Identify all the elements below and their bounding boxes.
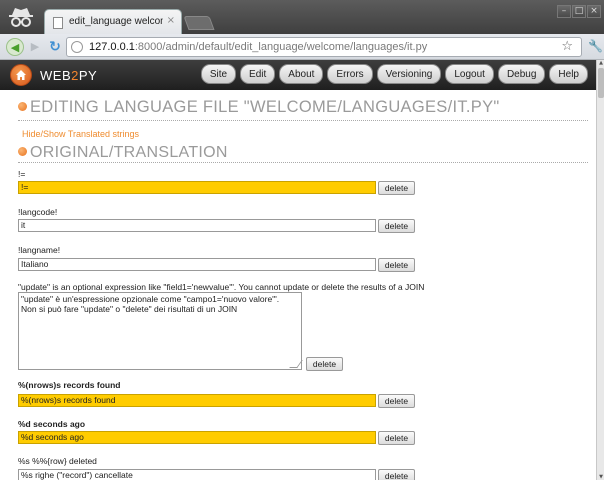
- nav-site-button[interactable]: Site: [200, 64, 237, 84]
- nav-errors-button[interactable]: Errors: [327, 64, 373, 84]
- back-arrow-icon[interactable]: ◀: [6, 38, 24, 56]
- scrollbar-thumb[interactable]: [598, 68, 604, 98]
- home-icon: [16, 70, 26, 80]
- forward-arrow-icon[interactable]: ▶: [26, 38, 44, 56]
- url-text: 127.0.0.1:8000/admin/default/edit_langua…: [89, 41, 428, 53]
- delete-button[interactable]: delete: [378, 431, 415, 445]
- entry-key: %s %%{row} deleted: [18, 456, 97, 466]
- translation-input[interactable]: %s righe ("record") cancellate: [18, 469, 376, 480]
- address-bar[interactable]: 127.0.0.1:8000/admin/default/edit_langua…: [66, 37, 582, 57]
- nav-debug-button[interactable]: Debug: [497, 64, 546, 84]
- nav-about-button[interactable]: About: [279, 64, 324, 84]
- browser-tab[interactable]: edit_language welcome/lan ×: [44, 9, 182, 34]
- delete-button[interactable]: delete: [378, 181, 415, 195]
- entry-key: !langcode!: [18, 207, 58, 217]
- vertical-scrollbar[interactable]: ▲ ▼: [596, 60, 604, 480]
- translation-input[interactable]: %d seconds ago: [18, 431, 376, 444]
- divider: [18, 120, 588, 121]
- translation-textarea[interactable]: "update" è un'espressione opzionale come…: [18, 292, 303, 370]
- translation-input[interactable]: Italiano: [18, 258, 376, 271]
- minimize-icon[interactable]: –: [557, 5, 571, 18]
- textarea-value: "update" è un'espressione opzionale come…: [21, 294, 280, 314]
- delete-button[interactable]: delete: [306, 357, 343, 371]
- translation-input[interactable]: !=: [18, 181, 376, 194]
- resize-handle-icon[interactable]: [289, 360, 303, 368]
- reload-icon[interactable]: ↻: [46, 38, 64, 56]
- nav-versioning-button[interactable]: Versioning: [376, 64, 442, 84]
- translation-input[interactable]: %(nrows)s records found: [18, 394, 376, 407]
- entry-key: %d seconds ago: [18, 419, 86, 429]
- web2py-navbar: WEB2PY Site Edit About Errors Versioning…: [0, 60, 596, 90]
- web2py-logo: WEB2PY: [40, 68, 98, 83]
- new-tab-button[interactable]: [183, 16, 215, 30]
- nav-links: Site Edit About Errors Versioning Logout…: [200, 64, 588, 84]
- delete-button[interactable]: delete: [378, 258, 415, 272]
- section-title: ORIGINAL/TRANSLATION: [18, 144, 228, 162]
- entry-key: !=: [18, 169, 26, 179]
- page-info-icon[interactable]: [71, 41, 83, 53]
- bookmark-star-icon[interactable]: ☆: [561, 39, 573, 54]
- tab-close-icon[interactable]: ×: [167, 15, 175, 26]
- close-window-icon[interactable]: ×: [587, 5, 601, 18]
- toggle-translated-link[interactable]: Hide/Show Translated strings: [22, 129, 139, 139]
- delete-button[interactable]: delete: [378, 469, 415, 480]
- translation-input[interactable]: it: [18, 219, 376, 232]
- page-title: EDITING LANGUAGE FILE "WELCOME/LANGUAGES…: [18, 98, 500, 117]
- delete-button[interactable]: delete: [378, 219, 415, 233]
- entry-key: "update" is an optional expression like …: [18, 282, 425, 292]
- nav-help-button[interactable]: Help: [549, 64, 588, 84]
- browser-titlebar: edit_language welcome/lan × – □ ×: [0, 0, 604, 34]
- tab-title: edit_language welcome/lan: [69, 16, 163, 27]
- entry-key: %(nrows)s records found: [18, 380, 121, 390]
- maximize-icon[interactable]: □: [572, 5, 586, 18]
- divider: [18, 162, 588, 163]
- entry-key: !langname!: [18, 245, 61, 255]
- scroll-up-icon[interactable]: ▲: [597, 60, 604, 66]
- browser-toolbar: ◀ ▶ ↻ 127.0.0.1:8000/admin/default/edit_…: [0, 34, 604, 60]
- nav-edit-button[interactable]: Edit: [240, 64, 276, 84]
- home-button[interactable]: [10, 64, 32, 86]
- page-content: WEB2PY Site Edit About Errors Versioning…: [0, 60, 596, 480]
- delete-button[interactable]: delete: [378, 394, 415, 408]
- wrench-menu-icon[interactable]: 🔧: [588, 39, 603, 53]
- scroll-down-icon[interactable]: ▼: [597, 474, 604, 480]
- incognito-icon: [9, 8, 33, 27]
- page-favicon-icon: [53, 17, 63, 29]
- bullet-icon: [18, 147, 27, 156]
- bullet-icon: [18, 102, 27, 111]
- nav-logout-button[interactable]: Logout: [445, 64, 494, 84]
